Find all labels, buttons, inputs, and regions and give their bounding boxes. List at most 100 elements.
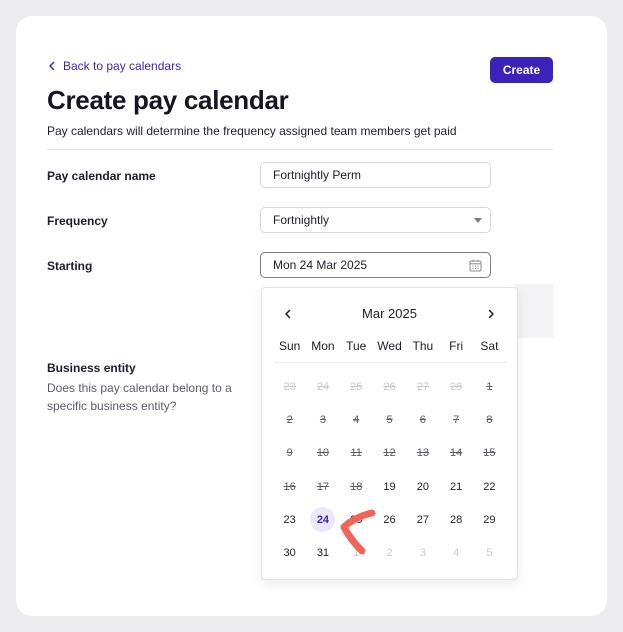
day-number: 5 xyxy=(386,413,393,426)
date-picker-header: Mar 2025 xyxy=(262,306,517,322)
day-cell[interactable]: 19 xyxy=(373,470,406,503)
day-cell[interactable]: 5 xyxy=(473,536,506,569)
day-number: 30 xyxy=(283,547,296,560)
pay-calendar-name-value: Fortnightly Perm xyxy=(273,168,362,182)
weekday-label: Tue xyxy=(346,339,367,353)
week-row: 23 24 25 26 27 28 1 xyxy=(273,370,507,403)
day-cell: 11 xyxy=(340,437,373,470)
day-cell: 27 xyxy=(406,370,439,403)
day-cell: 24 xyxy=(306,370,339,403)
day-number: 12 xyxy=(383,447,396,460)
day-cell: 14 xyxy=(439,437,472,470)
day-number: 21 xyxy=(450,480,463,493)
page-subtitle: Pay calendars will determine the frequen… xyxy=(47,124,457,138)
pay-calendar-name-label: Pay calendar name xyxy=(47,169,156,183)
month-label: Mar 2025 xyxy=(362,306,417,321)
day-cell: 13 xyxy=(406,437,439,470)
day-cell: 12 xyxy=(373,437,406,470)
day-cell[interactable]: 30 xyxy=(273,536,306,569)
business-entity-title: Business entity xyxy=(47,361,136,375)
day-cell: 4 xyxy=(340,403,373,436)
day-cell: 28 xyxy=(439,370,472,403)
day-number: 7 xyxy=(453,413,460,426)
day-cell[interactable]: 4 xyxy=(439,536,472,569)
day-number: 3 xyxy=(419,547,426,560)
pay-calendar-name-input[interactable]: Fortnightly Perm xyxy=(260,162,491,188)
day-cell: 10 xyxy=(306,437,339,470)
day-number: 28 xyxy=(450,513,463,526)
frequency-label: Frequency xyxy=(47,214,108,228)
calendar-icon[interactable] xyxy=(469,259,482,272)
day-cell[interactable]: 31 xyxy=(306,536,339,569)
week-row: 2 3 4 5 6 7 8 xyxy=(273,403,507,436)
day-number: 4 xyxy=(353,413,360,426)
day-cell[interactable]: 21 xyxy=(439,470,472,503)
date-picker-popover: Mar 2025 Sun Mon Tue Wed Thu Fri Sat 23 24 25 26 2… xyxy=(261,287,518,580)
day-number: 3 xyxy=(319,413,326,426)
day-cell: 9 xyxy=(273,437,306,470)
day-number: 10 xyxy=(316,447,330,460)
day-cell: 15 xyxy=(473,437,506,470)
header-divider xyxy=(47,149,553,150)
day-number: 20 xyxy=(416,480,429,493)
back-link-label: Back to pay calendars xyxy=(63,59,182,73)
day-number: 17 xyxy=(316,480,330,493)
day-number: 24 xyxy=(316,380,330,393)
chevron-right-icon[interactable] xyxy=(485,308,497,320)
annotation-arrow-icon xyxy=(340,509,376,555)
day-number: 26 xyxy=(383,513,396,526)
day-cell: 2 xyxy=(273,403,306,436)
day-number: 5 xyxy=(486,547,493,560)
day-cell[interactable]: 29 xyxy=(473,503,506,536)
day-number: 31 xyxy=(316,547,330,560)
weekday-label: Fri xyxy=(449,339,464,353)
day-number: 18 xyxy=(350,480,363,493)
day-number: 23 xyxy=(283,380,296,393)
day-number: 2 xyxy=(286,413,293,426)
day-cell: 26 xyxy=(373,370,406,403)
back-to-pay-calendars-link[interactable]: Back to pay calendars xyxy=(47,59,181,73)
day-cell: 3 xyxy=(306,403,339,436)
day-cell[interactable]: 23 xyxy=(273,503,306,536)
day-cell-selected[interactable]: 24 xyxy=(306,503,339,536)
day-number: 1 xyxy=(486,380,493,393)
weekday-label: Sun xyxy=(278,339,301,353)
business-entity-description: Does this pay calendar belong to a speci… xyxy=(47,381,232,413)
weekday-label: Thu xyxy=(412,339,434,353)
day-number: 23 xyxy=(283,513,296,526)
chevron-left-icon xyxy=(49,61,55,71)
day-cell: 7 xyxy=(439,403,472,436)
day-cell: 17 xyxy=(306,470,339,503)
day-number: 27 xyxy=(416,380,429,393)
caret-down-icon xyxy=(474,218,482,223)
day-number: 19 xyxy=(383,480,396,493)
day-cell[interactable]: 27 xyxy=(406,503,439,536)
day-cell: 25 xyxy=(340,370,373,403)
day-cell: 8 xyxy=(473,403,506,436)
starting-date-value: Mon 24 Mar 2025 xyxy=(273,258,368,272)
day-cell: 18 xyxy=(340,470,373,503)
day-number: 25 xyxy=(350,380,363,393)
create-button[interactable]: Create xyxy=(490,57,553,83)
day-cell[interactable]: 28 xyxy=(439,503,472,536)
day-number: 27 xyxy=(416,513,429,526)
day-cell: 5 xyxy=(373,403,406,436)
day-number: 14 xyxy=(450,447,463,460)
obscured-panel xyxy=(515,284,553,338)
weekday-label: Mon xyxy=(311,339,335,353)
frequency-value: Fortnightly xyxy=(273,213,330,227)
day-grid: 23 24 25 26 27 28 1 2 3 4 5 6 7 8 9 10 11 12 13 14 15 16 17 18 1… xyxy=(273,370,507,570)
day-number: 24 xyxy=(316,513,330,526)
frequency-select[interactable]: Fortnightly xyxy=(260,207,491,233)
weekday-label: Wed xyxy=(377,339,402,353)
starting-date-input[interactable]: Mon 24 Mar 2025 xyxy=(260,252,491,278)
day-cell: 1 xyxy=(473,370,506,403)
week-row: 16 17 18 19 20 21 22 xyxy=(273,470,507,503)
day-cell[interactable]: 20 xyxy=(406,470,439,503)
day-number: 22 xyxy=(483,480,496,493)
day-cell[interactable]: 22 xyxy=(473,470,506,503)
day-cell[interactable]: 3 xyxy=(406,536,439,569)
day-cell: 16 xyxy=(273,470,306,503)
day-number: 8 xyxy=(486,413,493,426)
weekday-row: Sun Mon Tue Wed Thu Fri Sat xyxy=(273,339,506,353)
